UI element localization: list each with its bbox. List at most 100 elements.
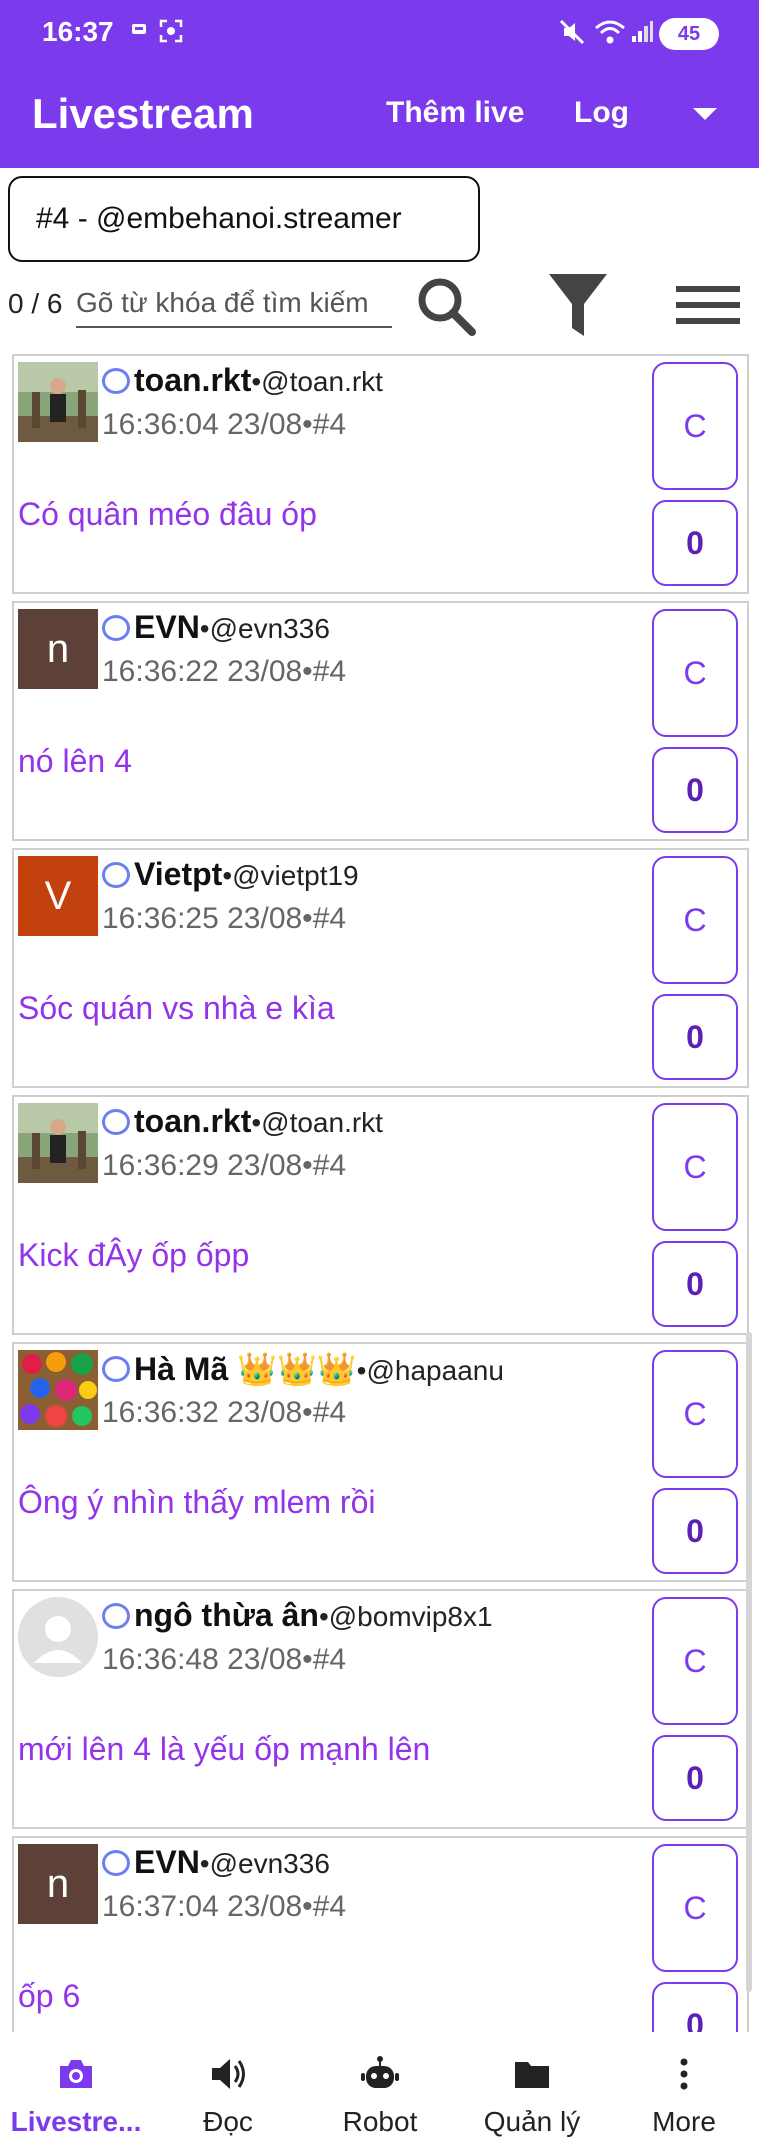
author-name[interactable]: toan.rkt (134, 1103, 251, 1139)
comment-list[interactable]: toan.rkt•@toan.rkt 16:36:04 23/08•#4 Có … (12, 354, 749, 2032)
reply-c-button[interactable]: C (652, 1597, 738, 1725)
author-name[interactable]: toan.rkt (134, 362, 251, 398)
chat-bubble-icon (102, 1603, 130, 1629)
comment-message: nó lên 4 (18, 743, 132, 779)
avatar: n (18, 1844, 98, 1924)
search-icon[interactable] (410, 272, 480, 338)
comment-card[interactable]: n EVN•@evn336 16:37:04 23/08•#4 ốp 6 C 0 (12, 1836, 749, 2032)
log-button[interactable]: Log (574, 96, 629, 130)
author-handle: @evn336 (209, 1848, 330, 1879)
count-button[interactable]: 0 (652, 1982, 738, 2032)
chat-bubble-icon (102, 1850, 130, 1876)
search-input[interactable] (76, 280, 392, 328)
reply-c-button[interactable]: C (652, 1350, 738, 1478)
nav-item-speaker[interactable]: Đọc (152, 2034, 304, 2154)
author-line: toan.rkt•@toan.rkt (134, 1103, 383, 1140)
author-handle: @hapaanu (366, 1355, 504, 1386)
count-button[interactable]: 0 (652, 1488, 738, 1574)
comment-time: 16:36:32 23/08•#4 (102, 1396, 347, 1429)
comment-message: ốp 6 (18, 1978, 81, 2014)
reply-c-button[interactable]: C (652, 856, 738, 984)
separator: • (251, 366, 262, 397)
separator: • (318, 1601, 329, 1632)
comment-time: 16:36:48 23/08•#4 (102, 1643, 347, 1676)
nav-label: Quản lý (483, 2106, 581, 2137)
author-name[interactable]: EVN (134, 1844, 200, 1880)
comment-time: 16:36:04 23/08•#4 (102, 408, 347, 441)
nav-item-robot[interactable]: Robot (304, 2034, 456, 2154)
app-bar: Livestream Thêm live Log (0, 80, 759, 150)
author-line: toan.rkt•@toan.rkt (134, 362, 383, 399)
nav-label: More (652, 2106, 716, 2137)
separator: • (199, 1848, 210, 1879)
list-scrollbar[interactable] (746, 1332, 752, 1992)
reply-c-button[interactable]: C (652, 1844, 738, 1972)
author-name[interactable]: EVN (134, 609, 200, 645)
result-counter: 0 / 6 (8, 288, 63, 319)
comment-message: Có quân méo đâu óp (18, 496, 317, 532)
reply-c-button[interactable]: C (652, 362, 738, 490)
author-line: Hà Mã 👑👑👑•@hapaanu (134, 1350, 504, 1388)
nav-item-folder[interactable]: Quản lý (456, 2034, 608, 2154)
author-line: EVN•@evn336 (134, 1844, 330, 1881)
author-name[interactable]: Vietpt (134, 856, 222, 892)
comment-card[interactable]: toan.rkt•@toan.rkt 16:36:04 23/08•#4 Có … (12, 354, 749, 594)
comment-card[interactable]: ngô thừa ân•@bomvip8x1 16:36:48 23/08•#4… (12, 1589, 749, 1829)
avatar (18, 1103, 98, 1183)
count-button[interactable]: 0 (652, 500, 738, 586)
filter-icon[interactable] (544, 272, 614, 338)
comment-message: Sóc quán vs nhà e kìa (18, 990, 335, 1026)
screenshot-icon (158, 18, 184, 50)
separator: • (356, 1355, 367, 1386)
comment-message: mới lên 4 là yếu ốp mạnh lên (18, 1731, 431, 1767)
chat-bubble-icon (102, 615, 130, 641)
status-time: 16:37 (42, 16, 114, 47)
battery-icon: 45 (659, 18, 719, 50)
reply-c-button[interactable]: C (652, 1103, 738, 1231)
dropdown-caret-icon[interactable] (693, 108, 717, 120)
chat-bubble-icon (102, 862, 130, 888)
comment-card[interactable]: toan.rkt•@toan.rkt 16:36:29 23/08•#4 Kic… (12, 1095, 749, 1335)
avatar: V (18, 856, 98, 936)
separator: • (199, 613, 210, 644)
app-title: Livestream (32, 90, 254, 137)
add-live-button[interactable]: Thêm live (386, 96, 524, 130)
chat-bubble-icon (102, 368, 130, 394)
author-name[interactable]: ngô thừa ân (134, 1597, 319, 1633)
top-app-bar: 16:37 45 Livestream Thêm live Log (0, 0, 759, 168)
stream-selector[interactable]: #4 - @embehanoi.streamer (8, 176, 480, 262)
nav-item-more-vert[interactable]: More (608, 2034, 759, 2154)
author-handle: @evn336 (209, 613, 330, 644)
comment-card[interactable]: V Vietpt•@vietpt19 16:36:25 23/08•#4 Sóc… (12, 848, 749, 1088)
count-button[interactable]: 0 (652, 747, 738, 833)
comment-card[interactable]: Hà Mã 👑👑👑•@hapaanu 16:36:32 23/08•#4 Ông… (12, 1342, 749, 1582)
menu-icon[interactable] (674, 272, 744, 338)
wifi-icon (594, 18, 626, 52)
mute-icon (558, 18, 586, 52)
avatar: n (18, 609, 98, 689)
author-handle: @toan.rkt (261, 366, 383, 397)
comment-time: 16:36:25 23/08•#4 (102, 902, 347, 935)
separator: • (222, 860, 233, 891)
count-button[interactable]: 0 (652, 994, 738, 1080)
comment-message: Ông ý nhìn thấy mlem rồi (18, 1484, 376, 1520)
notification-icon (128, 18, 150, 46)
count-button[interactable]: 0 (652, 1241, 738, 1327)
chat-bubble-icon (102, 1356, 130, 1382)
count-button[interactable]: 0 (652, 1735, 738, 1821)
separator: • (251, 1107, 262, 1138)
comment-message: Kick đÂy ốp ốpp (18, 1237, 250, 1273)
author-line: EVN•@evn336 (134, 609, 330, 646)
nav-label: Robot (342, 2106, 418, 2137)
comment-time: 16:37:04 23/08•#4 (102, 1890, 347, 1923)
avatar (18, 1597, 98, 1677)
nav-item-camera[interactable]: Livestre... (0, 2034, 152, 2154)
signal-icon (630, 18, 654, 50)
nav-label: Đọc (203, 2106, 253, 2137)
author-name[interactable]: Hà Mã 👑👑👑 (134, 1351, 357, 1387)
nav-label: Livestre... (10, 2106, 142, 2137)
reply-c-button[interactable]: C (652, 609, 738, 737)
comment-time: 16:36:29 23/08•#4 (102, 1149, 347, 1182)
comment-card[interactable]: n EVN•@evn336 16:36:22 23/08•#4 nó lên 4… (12, 601, 749, 841)
avatar (18, 1350, 98, 1430)
